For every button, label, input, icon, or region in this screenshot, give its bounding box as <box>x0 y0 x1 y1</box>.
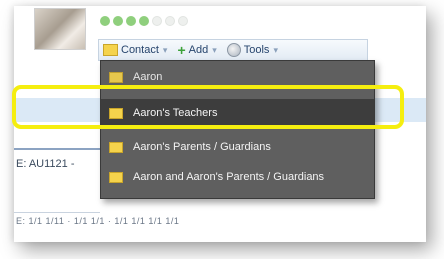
plus-icon: + <box>177 42 186 58</box>
tools-icon <box>226 43 241 57</box>
add-button[interactable]: + Add ▾ <box>173 42 222 58</box>
record-id: E: AU1121 - <box>16 158 75 170</box>
avatar <box>34 8 86 50</box>
add-label: Add <box>188 44 209 56</box>
menu-item-aarons-parents[interactable]: Aaron's Parents / Guardians <box>101 133 374 161</box>
progress-dot <box>139 16 149 26</box>
menu-item-label: Aaron and Aaron's Parents / Guardians <box>133 171 325 183</box>
menu-item-aaron-and-parents[interactable]: Aaron and Aaron's Parents / Guardians <box>101 163 374 191</box>
progress-dot <box>126 16 136 26</box>
envelope-icon <box>109 141 123 153</box>
menu-item-label: Aaron <box>133 71 163 83</box>
toolbar: Contact ▾ + Add ▾ Tools ▾ <box>98 39 368 61</box>
envelope-icon <box>103 44 118 56</box>
contact-dropdown-menu: Aaron Aaron's Teachers Aaron's Parents /… <box>100 60 375 199</box>
contact-button[interactable]: Contact ▾ <box>99 44 173 56</box>
menu-item-label: Aaron's Parents / Guardians <box>133 141 271 153</box>
progress-dot <box>165 16 175 26</box>
progress-dot <box>113 16 123 26</box>
progress-dot <box>178 16 188 26</box>
chevron-down-icon: ▾ <box>162 44 168 55</box>
progress-dot <box>152 16 162 26</box>
envelope-icon <box>109 71 123 83</box>
chevron-down-icon: ▾ <box>273 44 278 55</box>
progress-dot <box>100 16 110 26</box>
divider <box>14 212 100 213</box>
progress-dots <box>100 16 188 28</box>
record-secondary: E: 1/1 1/11 · 1/1 1/1 · 1/1 1/1 1/1 1/1 <box>16 216 180 226</box>
contact-label: Contact <box>121 44 159 56</box>
highlight-annotation <box>12 85 404 129</box>
divider <box>14 148 100 150</box>
envelope-icon <box>109 171 123 183</box>
tools-label: Tools <box>243 44 270 56</box>
tools-button[interactable]: Tools ▾ <box>223 43 284 57</box>
chevron-down-icon: ▾ <box>212 44 217 55</box>
